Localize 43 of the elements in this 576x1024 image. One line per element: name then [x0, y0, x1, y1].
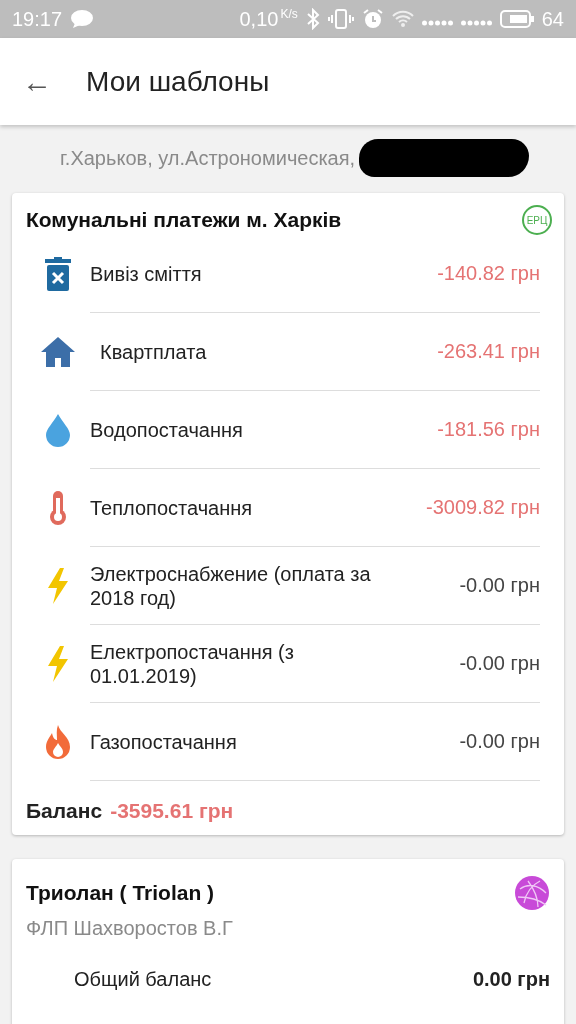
service-name: Квартплата — [100, 339, 207, 364]
service-name: Теплопостачання — [90, 495, 253, 520]
service-amount: -3009.82 грн — [426, 496, 540, 519]
battery-percent: 64 — [541, 7, 564, 31]
service-name: Водопостачання — [90, 417, 243, 442]
back-button[interactable]: ← — [22, 64, 52, 99]
network-speed: 0,10 — [239, 7, 279, 31]
balance-label: Общий баланс — [74, 968, 212, 991]
signal-icon — [421, 20, 492, 26]
balance-label: Баланс — [26, 799, 103, 823]
alarm-icon — [361, 8, 384, 30]
flame-icon — [44, 725, 72, 759]
service-name: Електропостачання (з 01.01.2019) — [90, 639, 295, 688]
card-title: Комунальні платежи м. Харків — [26, 208, 342, 232]
service-amount: -0.00 грн — [459, 652, 540, 675]
vibrate-icon — [327, 8, 354, 30]
lightning-icon — [46, 568, 70, 604]
lightning-icon — [46, 646, 70, 682]
bluetooth-icon — [305, 8, 320, 30]
clock-time: 19:17 — [12, 7, 63, 31]
battery-icon — [499, 9, 534, 29]
service-name: Электроснабжение (оплата за 2018 год) — [90, 561, 372, 610]
service-name: Газопостачання — [90, 729, 237, 754]
trash-can-icon — [43, 257, 73, 291]
address-text: г.Харьков, ул.Астрономическая, — [60, 146, 356, 170]
service-amount: -263.41 грн — [437, 340, 540, 363]
provider-subtitle: ФЛП Шахворостов В.Г — [26, 917, 234, 940]
wifi-icon — [391, 10, 414, 28]
service-name: Вивіз сміття — [90, 261, 202, 286]
globe-logo-icon — [514, 875, 550, 911]
water-drop-icon — [44, 413, 72, 447]
speed-unit: K/s — [280, 7, 298, 21]
service-amount: -140.82 грн — [437, 262, 540, 285]
message-icon — [70, 9, 95, 29]
service-amount: -181.56 грн — [437, 418, 540, 441]
provider-badge: ЕРЦ — [522, 205, 552, 235]
service-amount: -0.00 грн — [459, 730, 540, 753]
service-amount: -0.00 грн — [459, 574, 540, 597]
balance-amount: -3595.61 грн — [110, 799, 234, 823]
balance-amount: 0.00 грн — [472, 968, 550, 991]
screen-title: Мои шаблоны — [86, 65, 270, 98]
card-title: Триолан ( Triolan ) — [26, 881, 215, 905]
house-icon — [40, 336, 76, 368]
